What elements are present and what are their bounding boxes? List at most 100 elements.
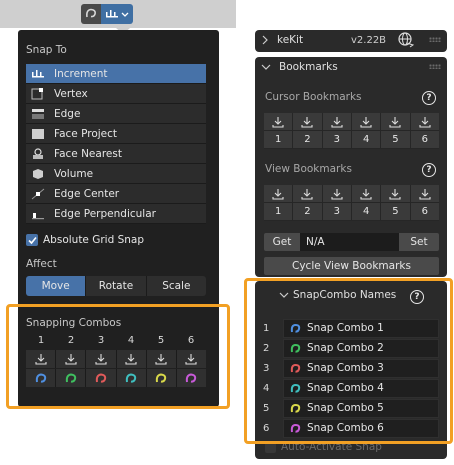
- download-icon: [360, 116, 372, 128]
- snap-item-vertex[interactable]: Vertex: [26, 84, 206, 104]
- face-project-icon: [30, 127, 46, 141]
- cycle-view-bookmarks-button[interactable]: Cycle View Bookmarks: [264, 257, 439, 275]
- download-icon: [331, 188, 343, 200]
- increment-icon: [106, 10, 129, 18]
- download-icon: [419, 188, 431, 200]
- cursor-bookmarks-title: Cursor Bookmarks: [265, 91, 362, 103]
- view-bookmarks-grid: 1 2 3 4 5 6: [264, 185, 439, 221]
- bookmarks-title: Bookmarks: [279, 61, 338, 73]
- cursor-recall-row: 1 2 3 4 5 6: [264, 131, 439, 149]
- bookmark-name-field[interactable]: N/A: [300, 233, 399, 251]
- view-bookmark-recall-button[interactable]: 5: [381, 203, 411, 221]
- download-icon: [272, 188, 284, 200]
- cursor-bookmark-recall-button[interactable]: 5: [381, 131, 411, 149]
- view-bookmark-save-button[interactable]: [322, 185, 352, 203]
- affect-segmented-control: Move Rotate Scale: [26, 276, 206, 296]
- snap-item-label: Increment: [54, 67, 108, 80]
- drag-grip-icon[interactable]: [429, 64, 441, 69]
- snap-toggle-button[interactable]: [81, 4, 101, 24]
- checkbox-icon: [26, 234, 38, 246]
- snap-mode-dropdown[interactable]: [101, 4, 133, 24]
- face-nearest-icon: [30, 147, 46, 161]
- affect-scale-button[interactable]: Scale: [146, 276, 206, 296]
- snap-item-increment[interactable]: Increment: [26, 64, 206, 84]
- cursor-bookmark-save-button[interactable]: [351, 113, 382, 131]
- download-icon: [360, 188, 372, 200]
- snap-to-title: Snap To: [26, 44, 67, 56]
- bookmarks-header[interactable]: Bookmarks: [255, 57, 447, 77]
- download-icon: [272, 116, 284, 128]
- view-bookmark-recall-button[interactable]: 1: [264, 203, 294, 221]
- chevron-down-icon: [121, 12, 129, 17]
- cursor-bookmarks-grid: 1 2 3 4 5 6: [264, 113, 439, 149]
- snap-item-face-project[interactable]: Face Project: [26, 124, 206, 144]
- cursor-bookmark-recall-button[interactable]: 2: [293, 131, 323, 149]
- snap-item-label: Edge: [54, 107, 81, 120]
- highlight-frame-snapping-combos: [6, 304, 230, 409]
- view-bookmark-recall-button[interactable]: 6: [410, 203, 439, 221]
- snap-item-label: Face Nearest: [54, 147, 122, 160]
- affect-move-button[interactable]: Move: [26, 276, 87, 296]
- download-icon: [419, 116, 431, 128]
- view-bookmark-recall-button[interactable]: 3: [322, 203, 352, 221]
- snap-item-label: Face Project: [54, 127, 118, 140]
- snap-item-label: Edge Center: [54, 187, 120, 200]
- kekit-panel: keKit v2.22B: [255, 30, 447, 52]
- absolute-grid-snap-checkbox[interactable]: Absolute Grid Snap: [26, 234, 144, 246]
- download-icon: [389, 116, 402, 128]
- kekit-title: keKit: [277, 34, 304, 46]
- cursor-save-row: [264, 113, 439, 131]
- edge-center-icon: [30, 187, 46, 201]
- magnet-icon: [86, 8, 96, 18]
- view-bookmark-recall-button[interactable]: 4: [351, 203, 382, 221]
- view-bookmark-recall-button[interactable]: 2: [293, 203, 323, 221]
- bookmarks-panel: Bookmarks Cursor Bookmarks ? 1 2 3 4 5 6…: [255, 57, 447, 277]
- volume-icon: [30, 167, 46, 181]
- cursor-bookmark-recall-button[interactable]: 1: [264, 131, 294, 149]
- drag-grip-icon[interactable]: [429, 37, 441, 42]
- help-icon[interactable]: ?: [422, 163, 436, 177]
- cursor-bookmark-recall-button[interactable]: 3: [322, 131, 352, 149]
- cursor-bookmark-save-button[interactable]: [264, 113, 294, 131]
- snap-item-label: Vertex: [54, 87, 88, 100]
- download-icon: [301, 188, 314, 200]
- kekit-header[interactable]: keKit v2.22B: [255, 30, 447, 50]
- cursor-bookmark-recall-button[interactable]: 6: [410, 131, 439, 149]
- help-icon[interactable]: ?: [422, 91, 436, 105]
- cursor-bookmark-save-button[interactable]: [322, 113, 352, 131]
- chevron-right-icon: [262, 35, 268, 45]
- download-icon: [301, 116, 314, 128]
- snap-item-volume[interactable]: Volume: [26, 164, 206, 184]
- snap-item-edge-center[interactable]: Edge Center: [26, 184, 206, 204]
- set-button[interactable]: Set: [399, 233, 439, 251]
- snap-item-edge[interactable]: Edge: [26, 104, 206, 124]
- cursor-bookmark-save-button[interactable]: [293, 113, 323, 131]
- affect-rotate-button[interactable]: Rotate: [86, 276, 147, 296]
- view-bookmark-field-row: Get N/A Set: [264, 233, 439, 251]
- affect-title: Affect: [26, 258, 57, 270]
- absolute-grid-snap-label: Absolute Grid Snap: [43, 234, 145, 246]
- cursor-bookmark-save-button[interactable]: [410, 113, 439, 131]
- view-recall-row: 1 2 3 4 5 6: [264, 203, 439, 221]
- download-icon: [331, 116, 343, 128]
- get-button[interactable]: Get: [264, 233, 300, 251]
- view-bookmark-save-button[interactable]: [293, 185, 323, 203]
- snap-item-label: Edge Perpendicular: [54, 207, 156, 220]
- snap-item-edge-perpendicular[interactable]: Edge Perpendicular: [26, 204, 206, 224]
- view-bookmark-save-button[interactable]: [351, 185, 382, 203]
- view-bookmarks-title: View Bookmarks: [265, 163, 352, 175]
- globe-icon[interactable]: [398, 32, 414, 48]
- edge-icon: [30, 107, 46, 121]
- cursor-bookmark-recall-button[interactable]: 4: [351, 131, 382, 149]
- vertex-icon: [30, 87, 46, 101]
- snap-item-label: Volume: [54, 167, 94, 180]
- view-bookmark-save-button[interactable]: [381, 185, 411, 203]
- increment-icon: [30, 67, 46, 81]
- highlight-frame-snapcombo-names: [244, 278, 453, 444]
- snap-item-face-nearest[interactable]: Face Nearest: [26, 144, 206, 164]
- cursor-bookmark-save-button[interactable]: [381, 113, 411, 131]
- view-bookmark-save-button[interactable]: [410, 185, 439, 203]
- download-icon: [389, 188, 402, 200]
- snap-target-list: Increment Vertex Edge Face Project Face …: [26, 64, 206, 224]
- view-bookmark-save-button[interactable]: [264, 185, 294, 203]
